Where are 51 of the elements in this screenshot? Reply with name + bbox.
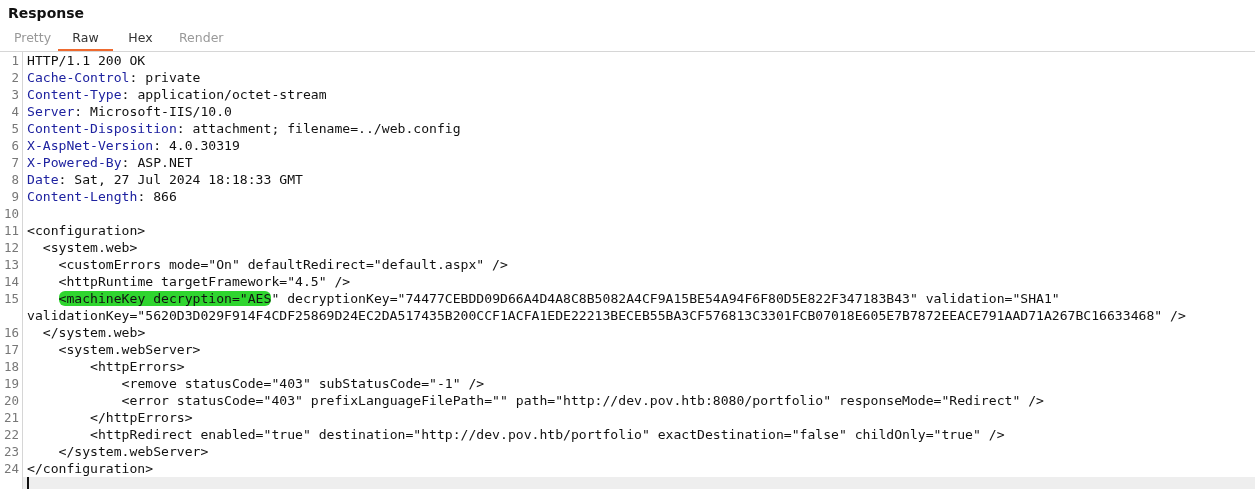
line-number: 5 (0, 120, 23, 137)
code-line: Cache-Control: private (26, 69, 202, 86)
code-line: <httpErrors> (89, 358, 186, 375)
line-number: 1 (0, 52, 23, 69)
line-number: 2 (0, 69, 23, 86)
line-number: 18 (0, 358, 23, 375)
code-line: HTTP/1.1 200 OK (26, 52, 147, 69)
code-line: Server: Microsoft-IIS/10.0 (26, 103, 233, 120)
line-number: 19 (0, 375, 23, 392)
code-line: Content-Disposition: attachment; filename=../web.config (26, 120, 462, 137)
line-number: 23 (0, 443, 23, 460)
code-line: X-Powered-By: ASP.NET (26, 154, 194, 171)
code-line: </httpErrors> (89, 409, 194, 426)
line-number: 8 (0, 171, 23, 188)
line-number: 24 (0, 460, 23, 477)
line-number: 16 (0, 324, 23, 341)
line-number: 10 (0, 205, 23, 222)
line-number: 13 (0, 256, 23, 273)
line-number: 20 (0, 392, 23, 409)
line-number: 6 (0, 137, 23, 154)
code-line: <system.webServer> (57, 341, 202, 358)
tab[interactable]: Raw (58, 26, 113, 51)
code-line: <system.web> (41, 239, 139, 256)
line-number: 7 (0, 154, 23, 171)
code-line: </system.web> (41, 324, 147, 341)
code-line: <error statusCode="403" prefixLanguageFilePath="" path="http://dev.pov.htb:8080/portfolio" responseMode="Redirect" /> (120, 392, 1045, 409)
tab[interactable]: Hex (113, 26, 168, 51)
line-number: 22 (0, 426, 23, 443)
line-number: 4 (0, 103, 23, 120)
code-line: Content-Type: application/octet-stream (26, 86, 328, 103)
line-number: 17 (0, 341, 23, 358)
code-line: <configuration> (26, 222, 147, 239)
code-line: </system.webServer> (57, 443, 210, 460)
line-number: 15 (0, 290, 23, 324)
panel-title: Response (7, 4, 86, 23)
code-line: <httpRuntime targetFramework="4.5" /> (57, 273, 352, 290)
code-line: X-AspNet-Version: 4.0.30319 (26, 137, 241, 154)
line-number: 12 (0, 239, 23, 256)
line-number: 14 (0, 273, 23, 290)
line-number: 21 (0, 409, 23, 426)
line-number: 3 (0, 86, 23, 103)
code-line: Content-Length: 866 (26, 188, 178, 205)
line-number: 9 (0, 188, 23, 205)
line-number: 11 (0, 222, 23, 239)
code-line: </configuration> (26, 460, 155, 477)
code-line: Date: Sat, 27 Jul 2024 18:18:33 GMT (26, 171, 304, 188)
code-line: <remove statusCode="403" subStatusCode="-1" /> (120, 375, 486, 392)
code-line: <customErrors mode="On" defaultRedirect="default.aspx" /> (57, 256, 509, 273)
text-cursor (27, 477, 29, 489)
code-line: <httpRedirect enabled="true" destination="http://dev.pov.htb/portfolio" exactDestination="false" childOnly="true" /> (89, 426, 1006, 443)
code-line: <machineKey decryption="AES" decryptionKey="74477CEBDD09D66A4D4A8C8B5082A4CF9A15BE54A94F6F80D5E822F347183B43" validation="SHA1" validationKey="5620D3D029F914F4CDF25869D24EC2DA517435B200CCF1ACFA1EDE22213BECEB55BA3CF576813C3301FCB07018E605E7B7872EEACE791AAD71A267BC16633468" /> (26, 290, 1187, 324)
